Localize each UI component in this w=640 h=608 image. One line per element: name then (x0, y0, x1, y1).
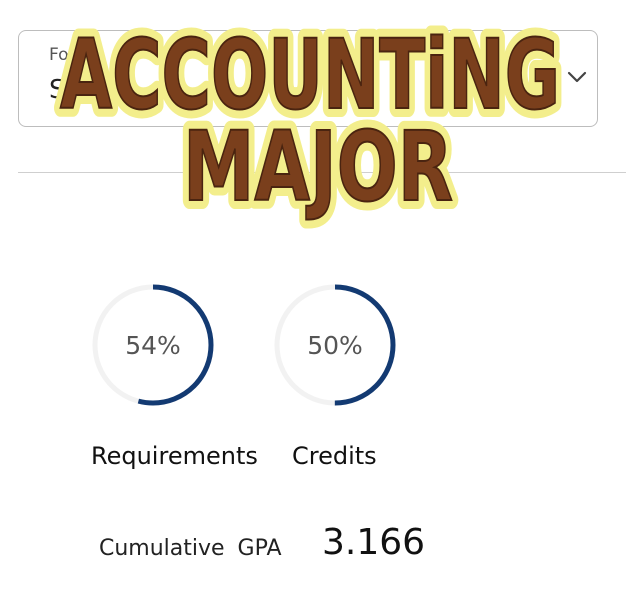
gpa-value: 3.166 (322, 522, 426, 563)
requirements-percent: 54% (125, 330, 181, 360)
gpa-label: Cumulative GPA (99, 536, 282, 561)
chevron-down-icon (567, 71, 587, 83)
credits-progress-ring: 50% (270, 280, 400, 410)
credits-percent: 50% (307, 330, 363, 360)
select-label: Fo (49, 45, 69, 65)
program-select[interactable]: Fo S (18, 30, 598, 127)
select-value: S (49, 75, 66, 105)
credits-label: Credits (292, 442, 377, 470)
requirements-progress-ring: 54% (88, 280, 218, 410)
requirements-label: Requirements (91, 442, 258, 470)
title-line2: MAJOR (183, 111, 453, 223)
divider (18, 172, 626, 173)
title-line2-fill: MAJOR (183, 111, 453, 223)
